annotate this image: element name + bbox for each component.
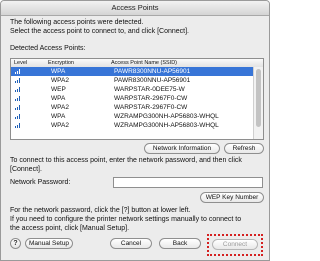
column-level[interactable]: Level [14,59,27,67]
access-point-row[interactable]: WPA PAWR8300NNU-AP56901 [11,67,253,76]
ssid-cell: PAWR8300NNU-AP56901 [114,68,191,75]
access-point-row[interactable]: WEP WARPSTAR-0DEE75-W [11,85,253,94]
encryption-cell: WPA2 [51,104,69,111]
list-scrollbar[interactable] [253,67,263,139]
network-password-label: Network Password: [10,179,71,186]
ssid-cell: WZRAMPG300NH-AP56803-WHQL [114,122,219,129]
help-text-line3: the access point, click [Manual Setup]. [10,225,130,232]
access-point-row[interactable]: WPA WZRAMPG300NH-AP56803-WHQL [11,112,253,121]
ssid-cell: WZRAMPG300NH-AP56803-WHQL [114,113,219,120]
ssid-cell: WARPSTAR-2967F0-CW [114,104,188,111]
ssid-cell: WARPSTAR-0DEE75-W [114,86,185,93]
wifi-signal-icon [15,78,21,83]
detected-access-points-label: Detected Access Points: [10,45,86,52]
encryption-cell: WPA [51,95,66,102]
manual-setup-button[interactable]: Manual Setup [25,238,73,249]
help-button[interactable]: ? [10,238,21,249]
wifi-signal-icon [15,96,21,101]
encryption-cell: WEP [51,86,66,93]
window-title: Access Points [1,1,269,16]
wifi-signal-icon [15,123,21,128]
ssid-cell: WARPSTAR-2967F0-CW [114,95,188,102]
wifi-signal-icon [15,114,21,119]
connect-highlight-marker [207,234,263,256]
intro-text-line2: Select the access point to connect to, a… [10,28,189,35]
encryption-cell: WPA [51,113,66,120]
wifi-signal-icon [15,87,21,92]
encryption-cell: WPA2 [51,122,69,129]
refresh-button[interactable]: Refresh [224,143,264,154]
access-point-row[interactable]: WPA WARPSTAR-2967F0-CW [11,94,253,103]
help-text-line2: If you need to configure the printer net… [10,216,242,223]
password-instruction-line1: To connect to this access point, enter t… [10,157,242,164]
column-ssid[interactable]: Access Point Name (SSID) [111,59,177,67]
network-password-input[interactable] [113,177,263,188]
encryption-cell: WPA [51,68,66,75]
intro-text-line1: The following access points were detecte… [10,19,144,26]
password-instruction-line2: [Connect]. [10,166,42,173]
scrollbar-thumb[interactable] [256,69,261,127]
access-points-dialog: Access Points The following access point… [0,0,270,261]
network-information-button[interactable]: Network Information [144,143,220,154]
help-text-line1: For the network password, click the [?] … [10,207,191,214]
access-point-row[interactable]: WPA2 PAWR8300NNU-AP56901 [11,76,253,85]
back-button[interactable]: Back [159,238,201,249]
wifi-signal-icon [15,105,21,110]
wep-key-number-button[interactable]: WEP Key Number [200,192,264,203]
access-point-row[interactable]: WPA2 WARPSTAR-2967F0-CW [11,103,253,112]
wifi-signal-icon [15,69,21,74]
access-point-list[interactable]: Level Encryption Access Point Name (SSID… [10,58,264,140]
column-encryption[interactable]: Encryption [48,59,74,67]
access-point-row[interactable]: WPA2 WZRAMPG300NH-AP56803-WHQL [11,121,253,130]
cancel-button[interactable]: Cancel [110,238,152,249]
encryption-cell: WPA2 [51,77,69,84]
ssid-cell: PAWR8300NNU-AP56901 [114,77,191,84]
